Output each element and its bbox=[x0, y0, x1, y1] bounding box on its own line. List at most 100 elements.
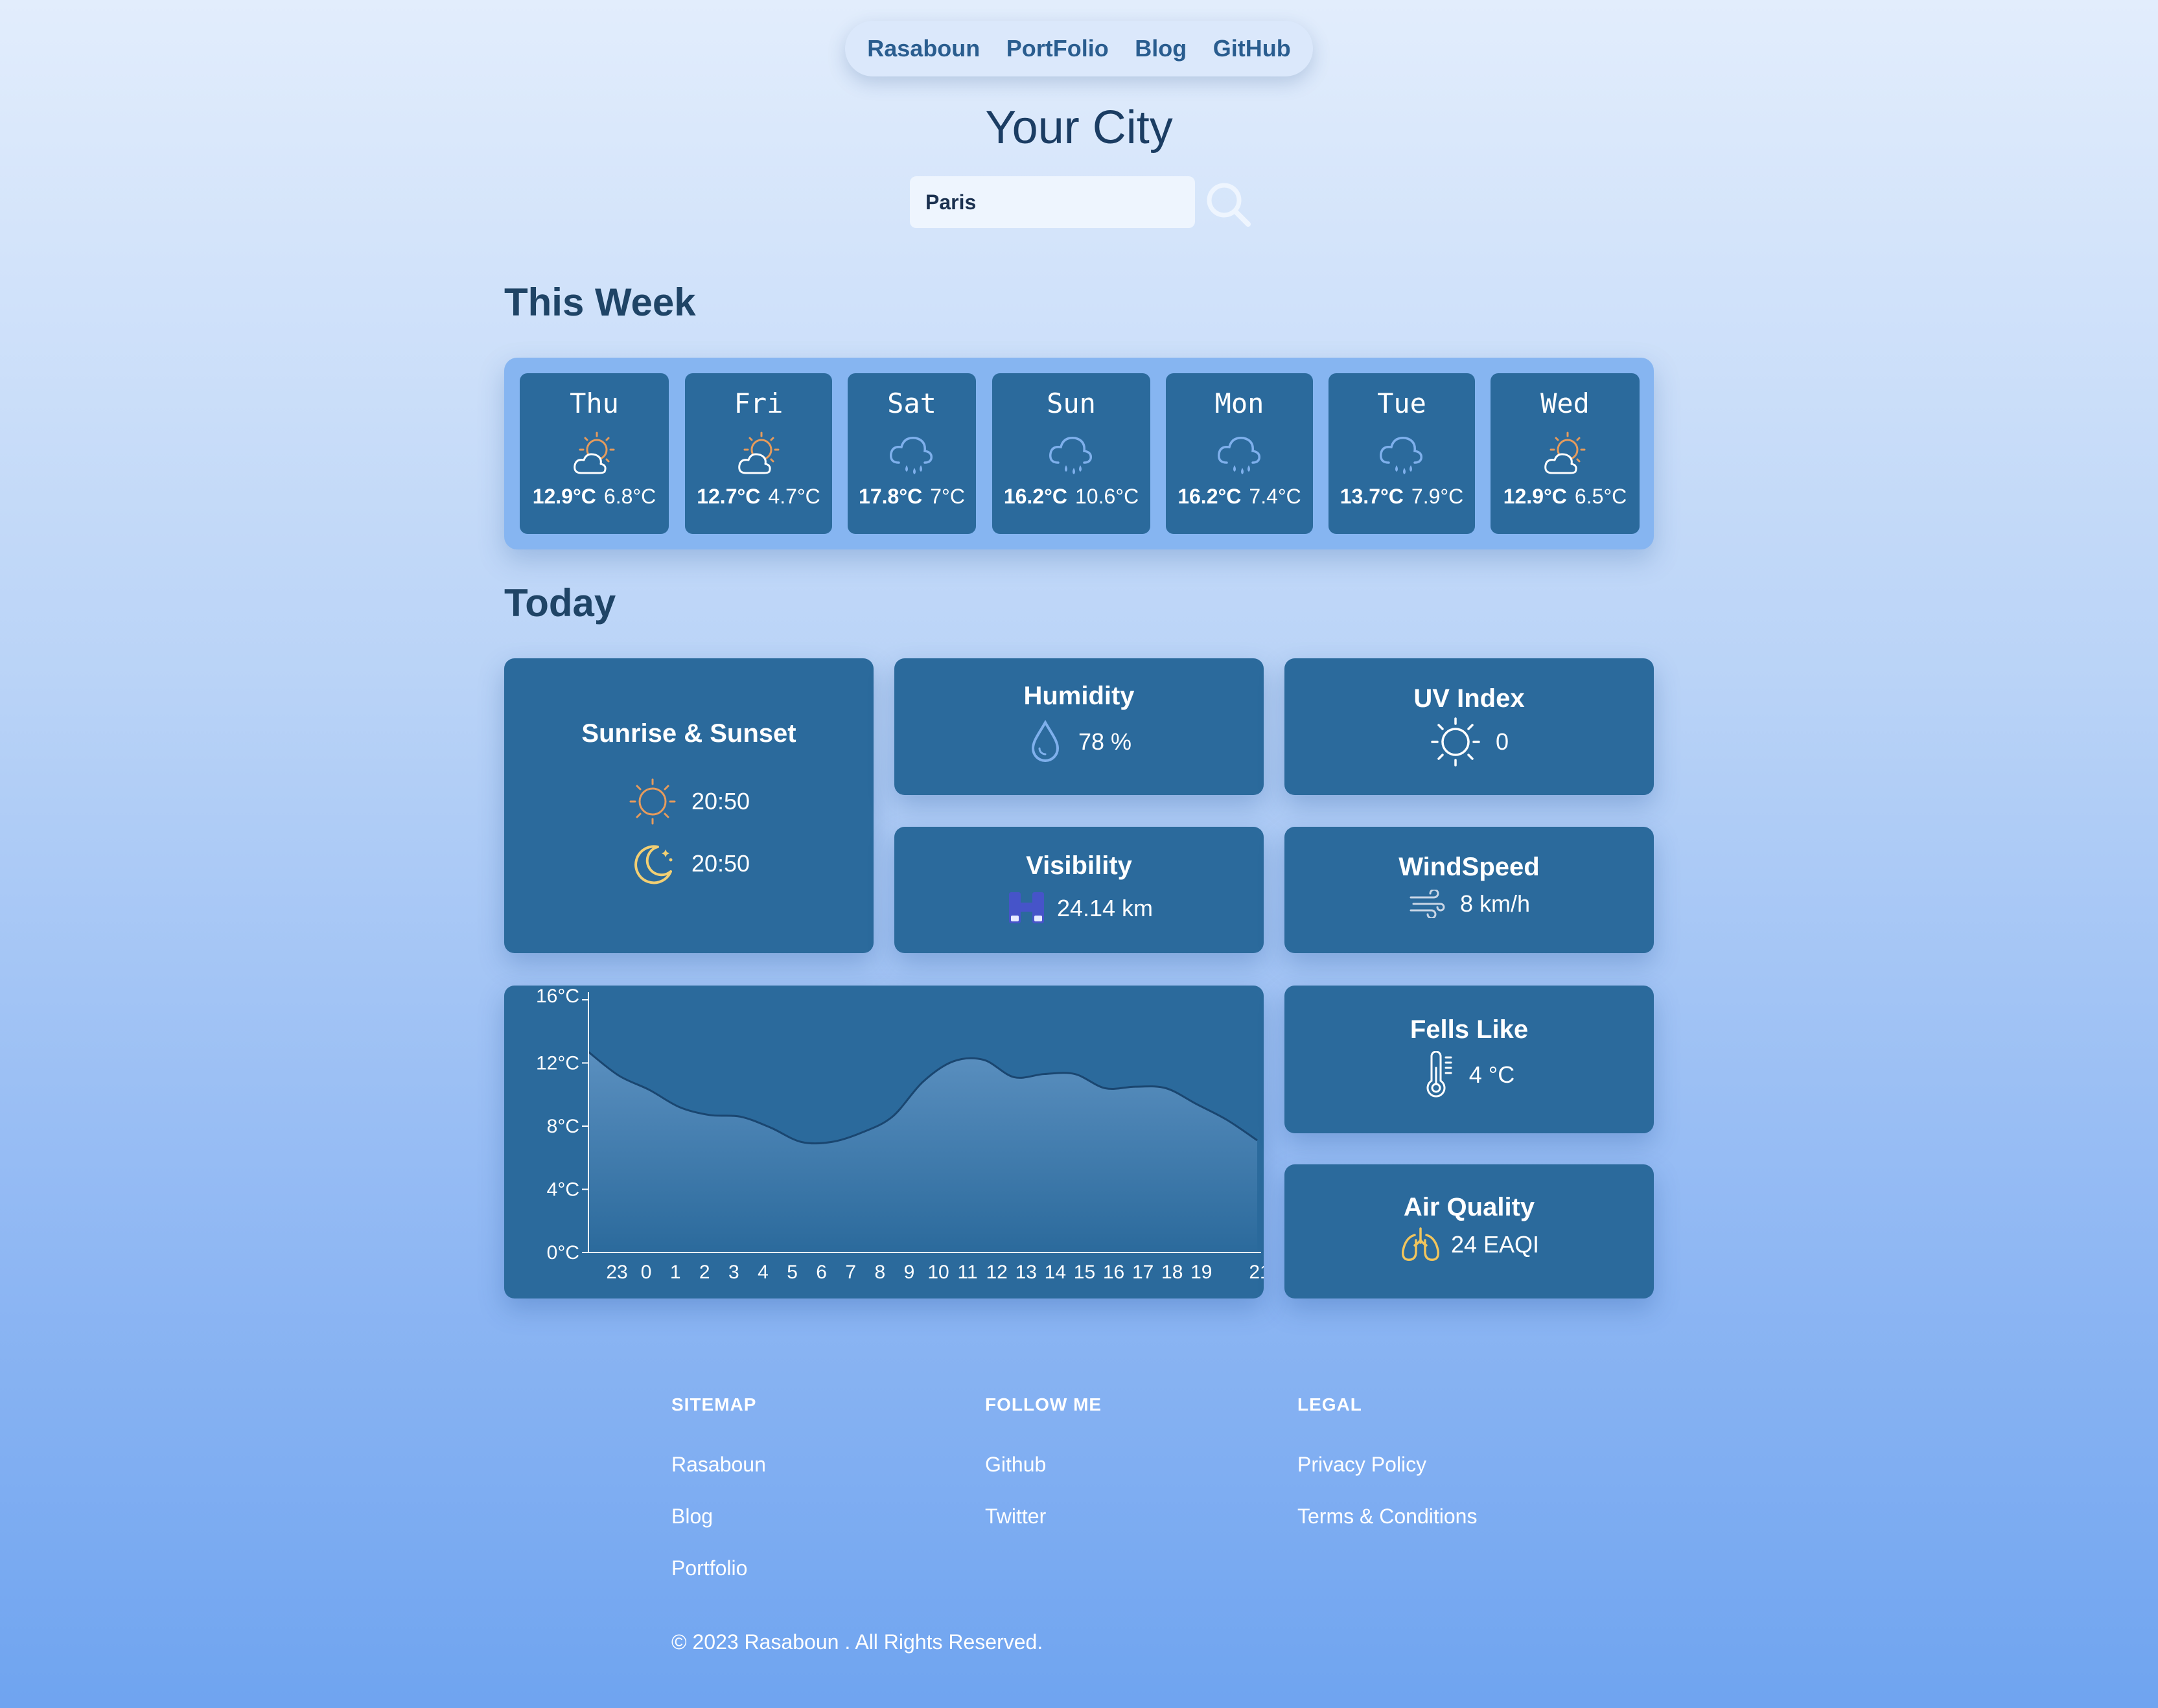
week-forecast-strip: Thu 12.9°C 6.8°C Fri 12.7°C 4.7°C Sat 17.8… bbox=[504, 358, 1654, 549]
x-tick-label: 11 bbox=[958, 1262, 978, 1283]
card-title: Humidity bbox=[1023, 682, 1135, 710]
x-tick-label: 8 bbox=[874, 1262, 885, 1283]
x-tick-label: 9 bbox=[904, 1262, 915, 1283]
day-max-temp: 16.2°C bbox=[1178, 485, 1242, 508]
visibility-value: 24.14 km bbox=[1056, 895, 1154, 921]
day-max-temp: 16.2°C bbox=[1003, 485, 1067, 508]
day-max-temp: 12.7°C bbox=[697, 485, 761, 508]
day-min-temp: 6.8°C bbox=[603, 485, 656, 508]
top-nav: Rasaboun PortFolio Blog GitHub bbox=[845, 21, 1313, 76]
x-tick-label: 1 bbox=[670, 1262, 681, 1283]
x-tick-label: 6 bbox=[816, 1262, 827, 1283]
lungs-icon bbox=[1401, 1227, 1439, 1261]
humidity-card: Humidity 78 % bbox=[894, 658, 1264, 795]
uv-index-card: UV Index 0 bbox=[1284, 658, 1654, 795]
partly-cloudy-icon bbox=[1538, 426, 1592, 481]
feels-like-card: Fells Like 4 °C bbox=[1284, 986, 1654, 1133]
footer-copyright: © 2023 Rasaboun . All Rights Reserved. bbox=[671, 1630, 1043, 1654]
partly-cloudy-icon bbox=[732, 426, 786, 481]
x-tick-label: 18 bbox=[1161, 1262, 1183, 1283]
day-card-tue: Tue 13.7°C 7.9°C bbox=[1328, 373, 1475, 534]
page-title: Your City bbox=[985, 102, 1173, 154]
sunrise-sunset-card: Sunrise & Sunset 20:50 20:50 bbox=[504, 658, 874, 953]
x-tick-label: 12 bbox=[986, 1262, 1007, 1283]
sunrise-icon bbox=[629, 778, 676, 825]
day-max-temp: 12.9°C bbox=[1503, 485, 1567, 508]
x-tick-label: 15 bbox=[1074, 1262, 1095, 1283]
rain-cloud-icon bbox=[1375, 426, 1429, 481]
y-tick-label: 4°C bbox=[547, 1179, 579, 1201]
day-min-temp: 6.5°C bbox=[1574, 485, 1627, 508]
x-tick-label: 16 bbox=[1103, 1262, 1124, 1283]
sun-icon bbox=[1431, 717, 1480, 767]
footer-link-blog[interactable]: Blog bbox=[671, 1505, 713, 1529]
x-tick-label: 10 bbox=[927, 1262, 949, 1283]
day-card-fri: Fri 12.7°C 4.7°C bbox=[685, 373, 832, 534]
binoculars-icon bbox=[1008, 892, 1044, 923]
footer-link-privacy-policy[interactable]: Privacy Policy bbox=[1297, 1453, 1426, 1477]
day-card-wed: Wed 12.9°C 6.5°C bbox=[1491, 373, 1640, 534]
search-icon bbox=[1207, 183, 1251, 227]
humidity-value: 78 % bbox=[1078, 728, 1132, 755]
temperature-area-chart: 0°C4°C8°C12°C16°C 23 0 1 2 3 4 5 6 7 8 9 10 11 12 13 14… bbox=[536, 986, 1264, 1283]
x-tick-label: 23 bbox=[606, 1262, 627, 1283]
nav-link-github[interactable]: GitHub bbox=[1213, 35, 1291, 62]
rain-cloud-icon bbox=[1212, 426, 1267, 481]
x-tick-label: 5 bbox=[787, 1262, 798, 1283]
x-tick-label: 7 bbox=[845, 1262, 856, 1283]
visibility-card: Visibility 24.14 km bbox=[894, 827, 1264, 953]
footer-link-portfolio[interactable]: Portfolio bbox=[671, 1556, 747, 1580]
day-name: Tue bbox=[1377, 387, 1426, 419]
x-tick-label: 13 bbox=[1015, 1262, 1037, 1283]
day-min-temp: 7°C bbox=[930, 485, 965, 508]
day-min-temp: 7.4°C bbox=[1249, 485, 1301, 508]
card-title: WindSpeed bbox=[1398, 853, 1540, 881]
air-quality-card: Air Quality 24 EAQI bbox=[1284, 1164, 1654, 1298]
card-title: UV Index bbox=[1413, 684, 1525, 713]
day-max-temp: 12.9°C bbox=[532, 485, 596, 508]
card-title: Visibility bbox=[1026, 851, 1132, 880]
day-name: Sun bbox=[1047, 387, 1096, 419]
windspeed-card: WindSpeed 8 km/h bbox=[1284, 827, 1654, 953]
day-name: Fri bbox=[734, 387, 783, 419]
day-name: Sat bbox=[887, 387, 936, 419]
card-title: Air Quality bbox=[1403, 1193, 1535, 1221]
city-search-input[interactable] bbox=[910, 176, 1195, 228]
footer-heading-sitemap: SITEMAP bbox=[671, 1394, 757, 1414]
x-tick-label: 19 bbox=[1190, 1262, 1212, 1283]
air-quality-value: 24 EAQI bbox=[1450, 1231, 1540, 1258]
day-card-sat: Sat 17.8°C 7°C bbox=[848, 373, 976, 534]
x-tick-label: 2 bbox=[699, 1262, 710, 1283]
y-tick-label: 0°C bbox=[547, 1242, 579, 1264]
footer-heading-follow: FOLLOW ME bbox=[985, 1394, 1102, 1414]
x-tick-label: 14 bbox=[1045, 1262, 1066, 1283]
day-name: Wed bbox=[1540, 387, 1590, 419]
card-title: Fells Like bbox=[1410, 1015, 1529, 1044]
water-drop-icon bbox=[1031, 720, 1059, 762]
day-name: Mon bbox=[1214, 387, 1264, 419]
partly-cloudy-icon bbox=[567, 426, 621, 481]
footer-link-rasaboun[interactable]: Rasaboun bbox=[671, 1453, 766, 1477]
today-section-title: Today bbox=[504, 581, 616, 625]
thermometer-icon bbox=[1426, 1051, 1452, 1098]
sunset-time: 20:50 bbox=[691, 850, 750, 877]
y-tick-label: 8°C bbox=[547, 1116, 579, 1137]
search-button[interactable] bbox=[1203, 179, 1253, 229]
rain-cloud-icon bbox=[885, 426, 939, 481]
day-min-temp: 10.6°C bbox=[1075, 485, 1139, 508]
nav-link-blog[interactable]: Blog bbox=[1135, 35, 1187, 62]
wind-icon bbox=[1410, 890, 1445, 918]
card-title: Sunrise & Sunset bbox=[581, 719, 796, 748]
x-tick-label: 3 bbox=[728, 1262, 739, 1283]
x-tick-label: 0 bbox=[641, 1262, 652, 1283]
nav-link-rasaboun[interactable]: Rasaboun bbox=[867, 35, 980, 62]
y-tick-label: 16°C bbox=[536, 986, 579, 1007]
day-card-mon: Mon 16.2°C 7.4°C bbox=[1166, 373, 1313, 534]
day-card-thu: Thu 12.9°C 6.8°C bbox=[520, 373, 669, 534]
footer-link-github[interactable]: Github bbox=[985, 1453, 1046, 1477]
day-card-sun: Sun 16.2°C 10.6°C bbox=[992, 373, 1150, 534]
uv-index-value: 0 bbox=[1495, 728, 1509, 755]
footer-link-terms[interactable]: Terms & Conditions bbox=[1297, 1505, 1477, 1529]
nav-link-portfolio[interactable]: PortFolio bbox=[1006, 35, 1109, 62]
footer-link-twitter[interactable]: Twitter bbox=[985, 1505, 1046, 1529]
